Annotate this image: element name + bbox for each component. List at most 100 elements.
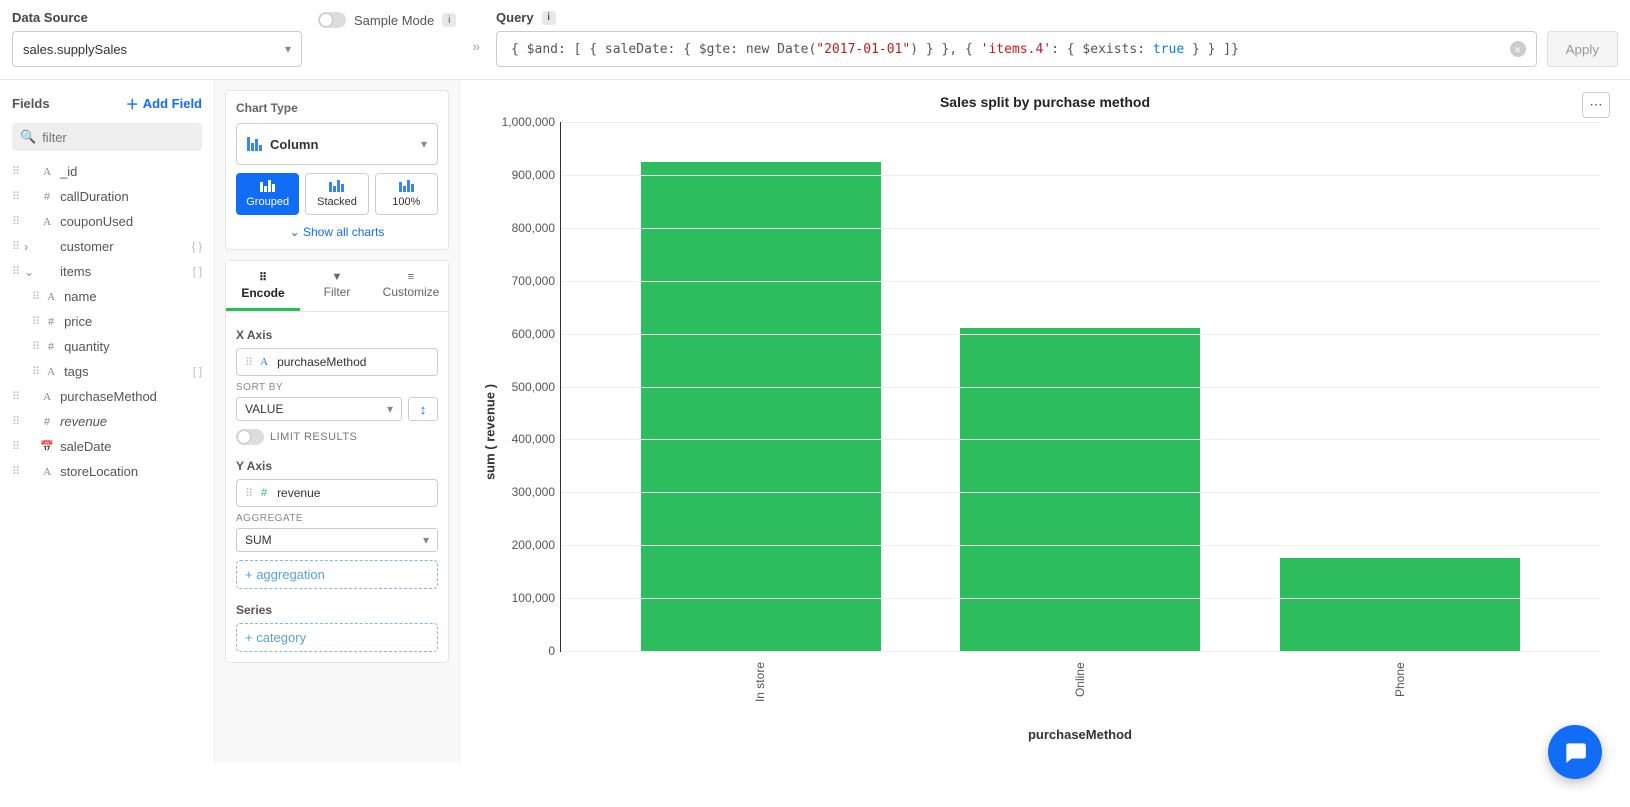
bars-icon [399, 180, 414, 192]
grid-line [561, 281, 1600, 282]
fields-filter-box[interactable]: 🔍 [12, 123, 202, 151]
field-tags[interactable]: ⠿Atags[ ] [8, 359, 206, 384]
field-name: _id [60, 164, 202, 179]
tab-label: Filter [324, 285, 351, 299]
field-saleDate[interactable]: ⠿📅saleDate [8, 434, 206, 459]
type-icon: # [40, 191, 54, 203]
sort-icon: ↕ [420, 402, 427, 417]
grid-line [561, 651, 1600, 652]
help-chat-button[interactable] [1548, 725, 1602, 779]
field-callDuration[interactable]: ⠿#callDuration [8, 184, 206, 209]
sort-direction-button[interactable]: ↕ [408, 397, 438, 421]
expand-icon: ⌄ [24, 265, 34, 279]
y-tick-label: 500,000 [512, 380, 561, 394]
field-customer[interactable]: ⠿›customer{ } [8, 234, 206, 259]
grid-line [561, 492, 1600, 493]
chart-type-value: Column [270, 137, 318, 152]
aggregate-value: SUM [245, 533, 272, 547]
limit-results-toggle[interactable] [236, 429, 264, 445]
field-storeLocation[interactable]: ⠿AstoreLocation [8, 459, 206, 484]
fields-header: Fields [12, 96, 50, 111]
info-icon[interactable]: i [542, 11, 556, 25]
field-couponUsed[interactable]: ⠿ AcouponUsed [8, 209, 206, 234]
field-purchaseMethod[interactable]: ⠿ApurchaseMethod [8, 384, 206, 409]
sample-mode-toggle[interactable] [318, 12, 346, 28]
grid-line [561, 334, 1600, 335]
info-icon[interactable]: i [442, 13, 456, 27]
field-_id[interactable]: ⠿ A _id [8, 159, 206, 184]
field-name: purchaseMethod [60, 389, 202, 404]
tab-icon: ≡ [408, 271, 414, 283]
clear-query-button[interactable]: ✕ [1510, 41, 1526, 57]
grip-icon: ⠿ [12, 215, 18, 228]
grip-icon: ⠿ [12, 165, 18, 178]
query-input[interactable]: { $and: [ { saleDate: { $gte: new Date("… [496, 31, 1537, 67]
tab-filter[interactable]: ▼ Filter [300, 261, 374, 311]
add-field-button[interactable]: ＋ Add Field [126, 94, 202, 113]
fields-filter-input[interactable] [42, 130, 215, 145]
add-aggregation-button[interactable]: + aggregation [236, 560, 438, 589]
aggregate-select[interactable]: SUM ▾ [236, 528, 438, 552]
sort-by-label: SORT BY [236, 382, 438, 393]
type-icon: # [44, 341, 58, 353]
subtype-grouped[interactable]: Grouped [236, 173, 299, 215]
top-bar: Data Source sales.supplySales ▾ Sample M… [0, 0, 1630, 80]
tab-customize[interactable]: ≡Customize [374, 261, 448, 311]
grid-line [561, 439, 1600, 440]
field-name: price [64, 314, 202, 329]
double-chevron-icon: » [472, 10, 480, 54]
query-label-row: Query i [496, 10, 1618, 25]
field-tail: [ ] [193, 366, 202, 378]
subtype-stacked[interactable]: Stacked [305, 173, 368, 215]
field-items[interactable]: ⠿⌄items[ ] [8, 259, 206, 284]
expand-icon: › [24, 240, 34, 254]
show-all-charts-label: Show all charts [303, 225, 384, 239]
y-axis-field-chip[interactable]: ⠿ # revenue [236, 479, 438, 507]
type-icon: A [40, 166, 54, 178]
field-name[interactable]: ⠿Aname [8, 284, 206, 309]
grip-icon: ⠿ [12, 190, 18, 203]
add-field-label: Add Field [143, 96, 202, 111]
tab-icon: ▼ [332, 271, 343, 283]
fields-panel: Fields ＋ Add Field 🔍 ⠿A_id⠿#callDuration… [0, 80, 215, 762]
main-area: Fields ＋ Add Field 🔍 ⠿A_id⠿#callDuration… [0, 80, 1630, 762]
limit-results-label: LIMIT RESULTS [270, 431, 357, 443]
bar-in-store[interactable] [641, 162, 881, 651]
field-name: customer [60, 239, 186, 254]
subtype-100%[interactable]: 100% [375, 173, 438, 215]
plus-icon: ＋ [126, 94, 139, 113]
sort-by-select[interactable]: VALUE ▾ [236, 397, 402, 421]
grid-line [561, 122, 1600, 123]
encode-body: X Axis ⠿ A purchaseMethod SORT BY VALUE … [226, 312, 448, 662]
tab-encode[interactable]: ⠿Encode [226, 261, 300, 311]
more-icon: ⋯ [1590, 97, 1603, 113]
x-tick-label: Online [1073, 662, 1087, 702]
type-icon: A [40, 216, 54, 228]
grid-line [561, 545, 1600, 546]
bar-online[interactable] [960, 328, 1200, 651]
field-revenue[interactable]: ⠿#revenue [8, 409, 206, 434]
sort-by-value: VALUE [245, 402, 283, 416]
grid-line [561, 175, 1600, 176]
grip-icon: ⠿ [32, 340, 38, 353]
chart-menu-button[interactable]: ⋯ [1582, 92, 1610, 118]
grip-icon: ⠿ [32, 290, 38, 303]
apply-button[interactable]: Apply [1547, 31, 1618, 67]
field-price[interactable]: ⠿#price [8, 309, 206, 334]
y-tick-label: 1,000,000 [502, 115, 561, 129]
chevron-down-icon: ▾ [421, 137, 427, 151]
y-axis-field: revenue [277, 486, 320, 500]
show-all-charts-link[interactable]: ⌄ Show all charts [236, 225, 438, 239]
x-axis-label: X Axis [236, 328, 438, 342]
y-tick-label: 100,000 [512, 591, 561, 605]
field-quantity[interactable]: ⠿#quantity [8, 334, 206, 359]
data-source-select[interactable]: sales.supplySales ▾ [12, 31, 302, 67]
x-axis-field-chip[interactable]: ⠿ A purchaseMethod [236, 348, 438, 376]
y-axis-title: sum ( revenue ) [483, 384, 498, 480]
chart-type-select[interactable]: Column ▾ [236, 123, 438, 165]
field-name: couponUsed [60, 214, 202, 229]
x-tick-label: Phone [1393, 662, 1407, 702]
y-tick-label: 900,000 [512, 168, 561, 182]
add-category-button[interactable]: + category [236, 623, 438, 652]
bar-phone[interactable] [1280, 558, 1520, 651]
